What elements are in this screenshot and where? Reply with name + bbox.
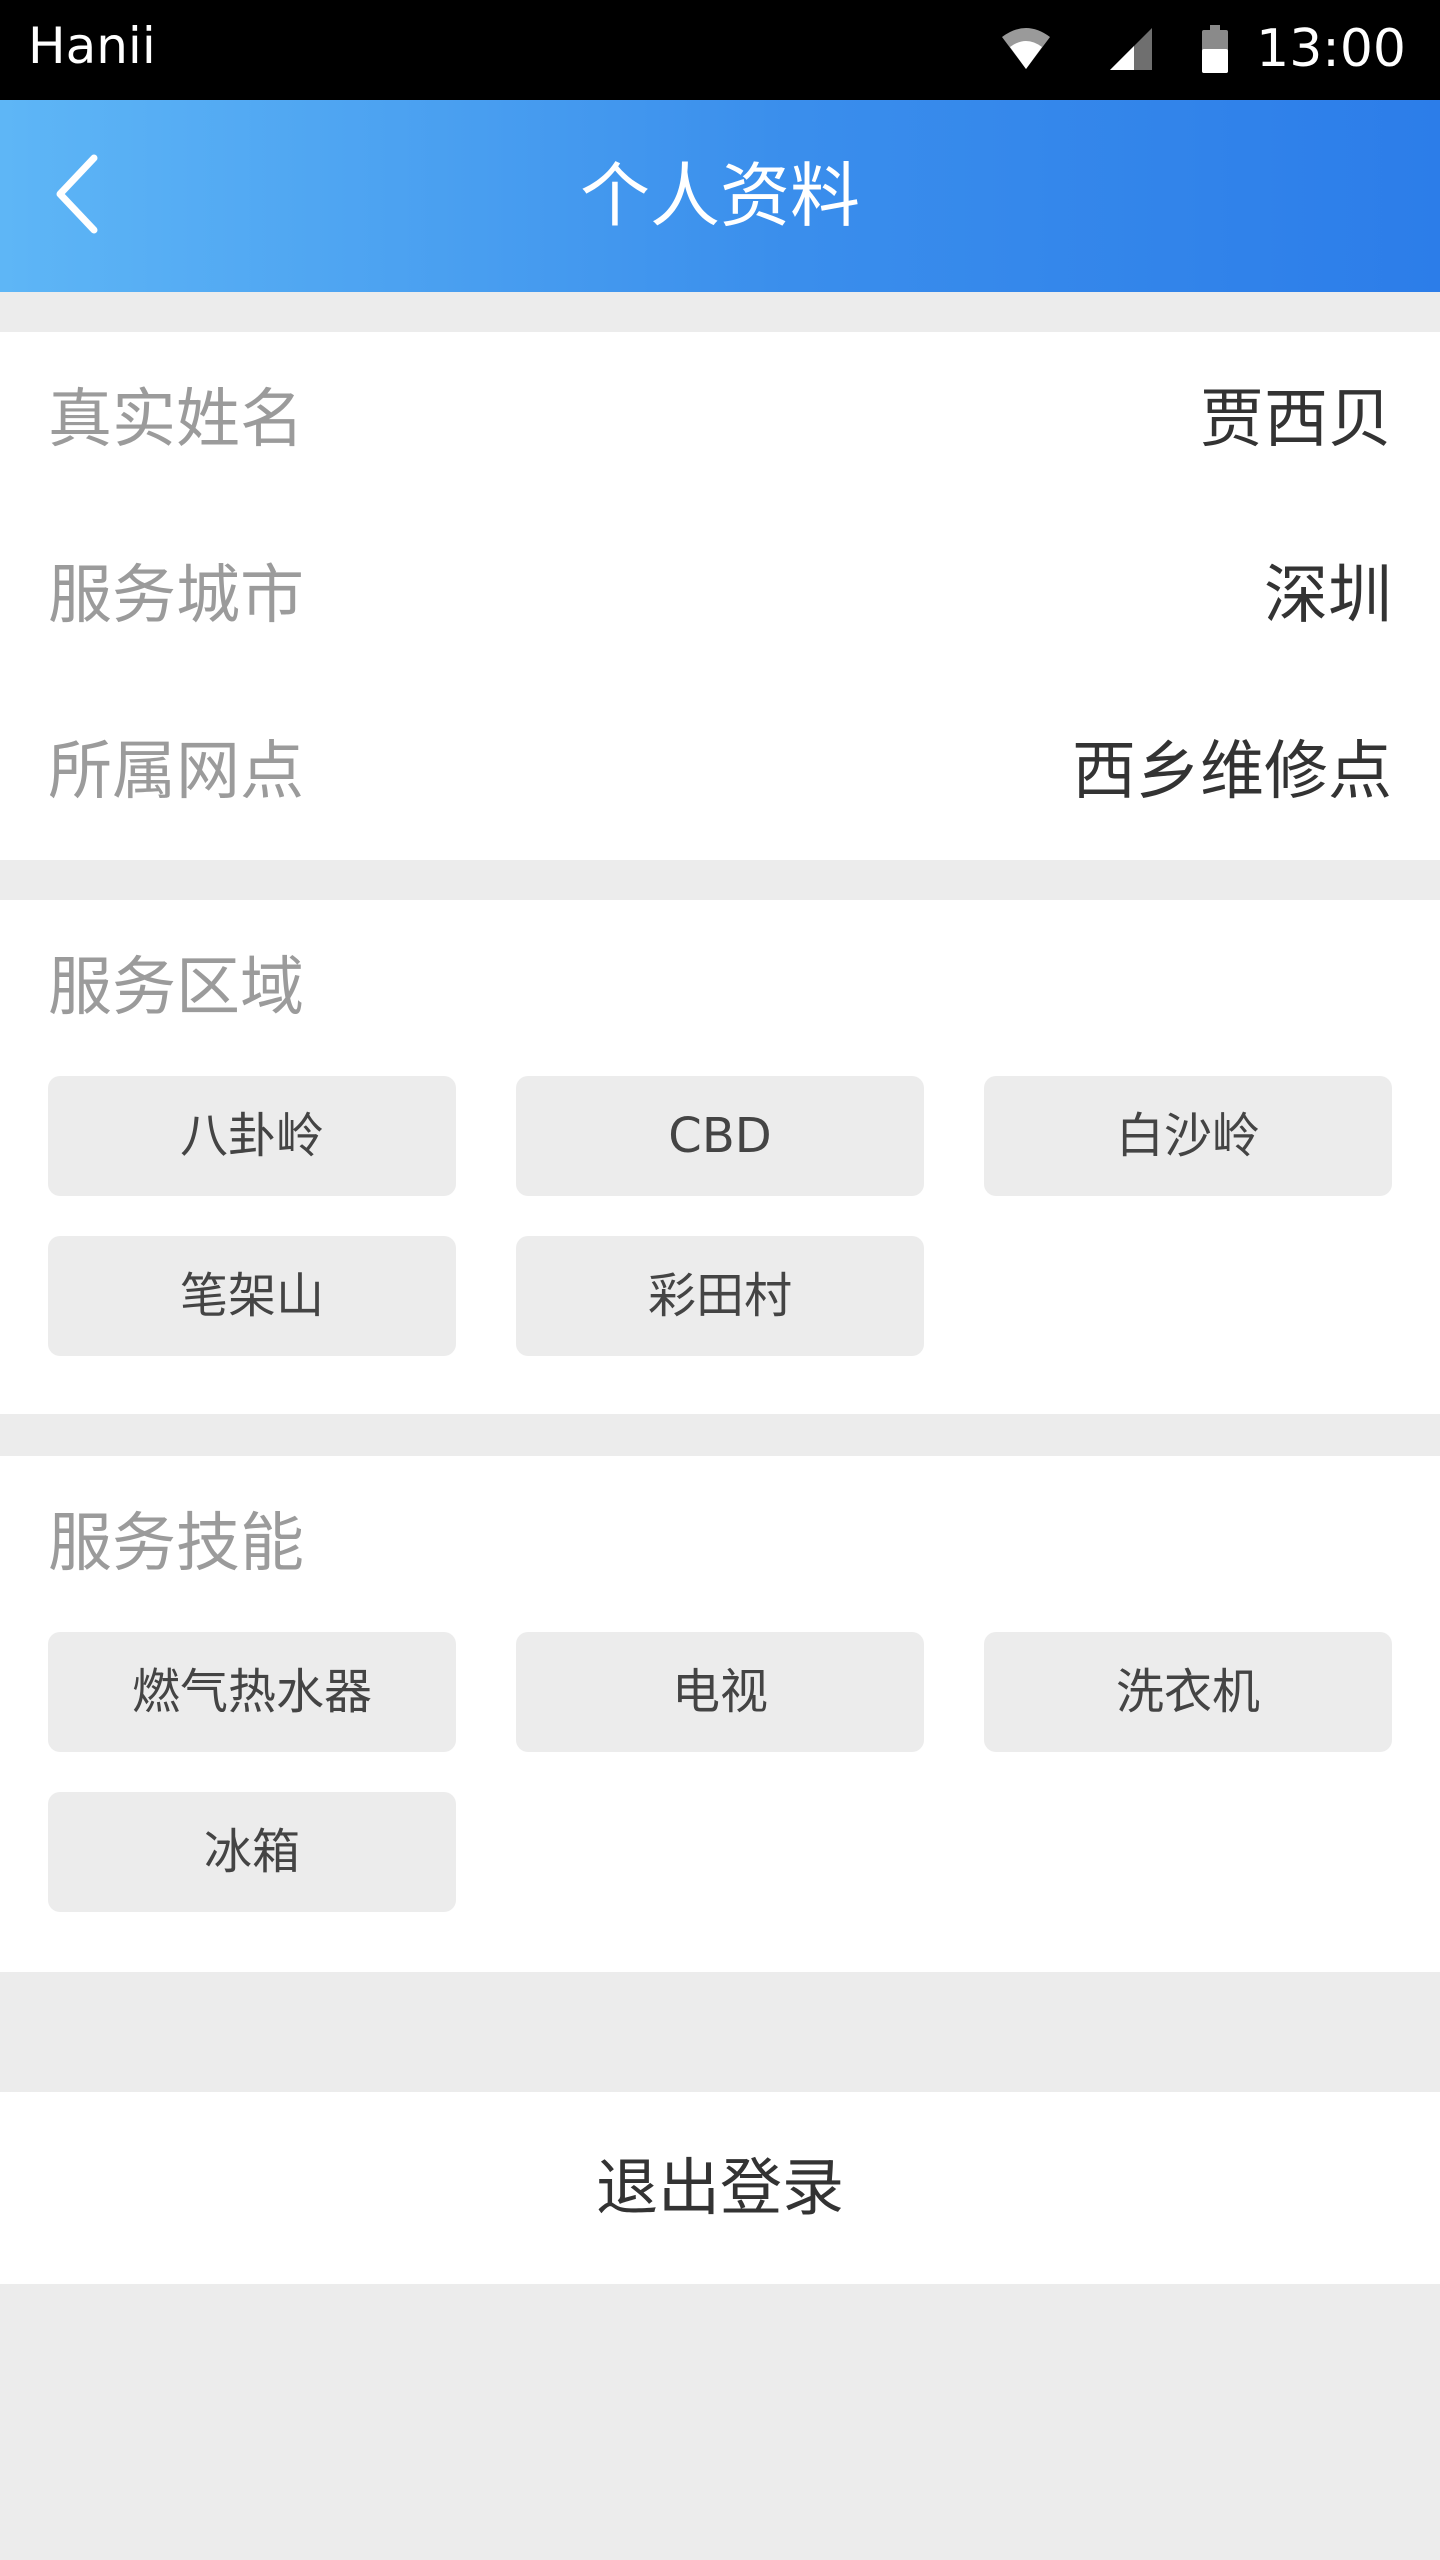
wifi-icon	[1000, 27, 1052, 71]
logout-label: 退出登录	[595, 2151, 844, 2224]
page-title: 个人资料	[580, 155, 860, 237]
real-name-label: 真实姓名	[48, 383, 304, 457]
service-area-card: 服务区域 八卦岭 CBD 白沙岭 笔架山 彩田村	[0, 900, 1440, 1414]
service-city-label: 服务城市	[48, 559, 304, 633]
area-tag: CBD	[516, 1076, 924, 1196]
area-tag: 白沙岭	[984, 1076, 1392, 1196]
outlet-row: 所属网点 西乡维修点	[0, 684, 1440, 860]
service-city-value: 深圳	[1264, 559, 1392, 633]
status-clock: 13:00	[1256, 19, 1406, 79]
area-tag: 彩田村	[516, 1236, 924, 1356]
battery-icon	[1202, 25, 1229, 73]
status-bar: Hanii 13:00	[0, 0, 1440, 100]
skill-tag: 燃气热水器	[48, 1632, 456, 1752]
signal-icon	[1110, 28, 1153, 70]
service-area-title: 服务区域	[48, 951, 304, 1025]
nav-bar: 个人资料	[0, 100, 1440, 292]
service-skills-card: 服务技能 燃气热水器 电视 洗衣机 冰箱	[0, 1456, 1440, 1972]
carrier-name: Hanii	[28, 17, 156, 75]
profile-info-card: 真实姓名 贾西贝 服务城市 深圳 所属网点 西乡维修点	[0, 332, 1440, 860]
outlet-label: 所属网点	[48, 735, 304, 809]
area-tag: 八卦岭	[48, 1076, 456, 1196]
skill-tag: 洗衣机	[984, 1632, 1392, 1752]
service-skills-title: 服务技能	[48, 1507, 304, 1581]
real-name-value: 贾西贝	[1200, 383, 1392, 457]
real-name-row: 真实姓名 贾西贝	[0, 332, 1440, 508]
outlet-value: 西乡维修点	[1072, 735, 1392, 809]
status-icons: 13:00	[1000, 16, 1406, 82]
logout-button[interactable]: 退出登录	[0, 2092, 1440, 2284]
service-city-row: 服务城市 深圳	[0, 508, 1440, 684]
skill-tag: 冰箱	[48, 1792, 456, 1912]
skill-tag: 电视	[516, 1632, 924, 1752]
area-tag: 笔架山	[48, 1236, 456, 1356]
